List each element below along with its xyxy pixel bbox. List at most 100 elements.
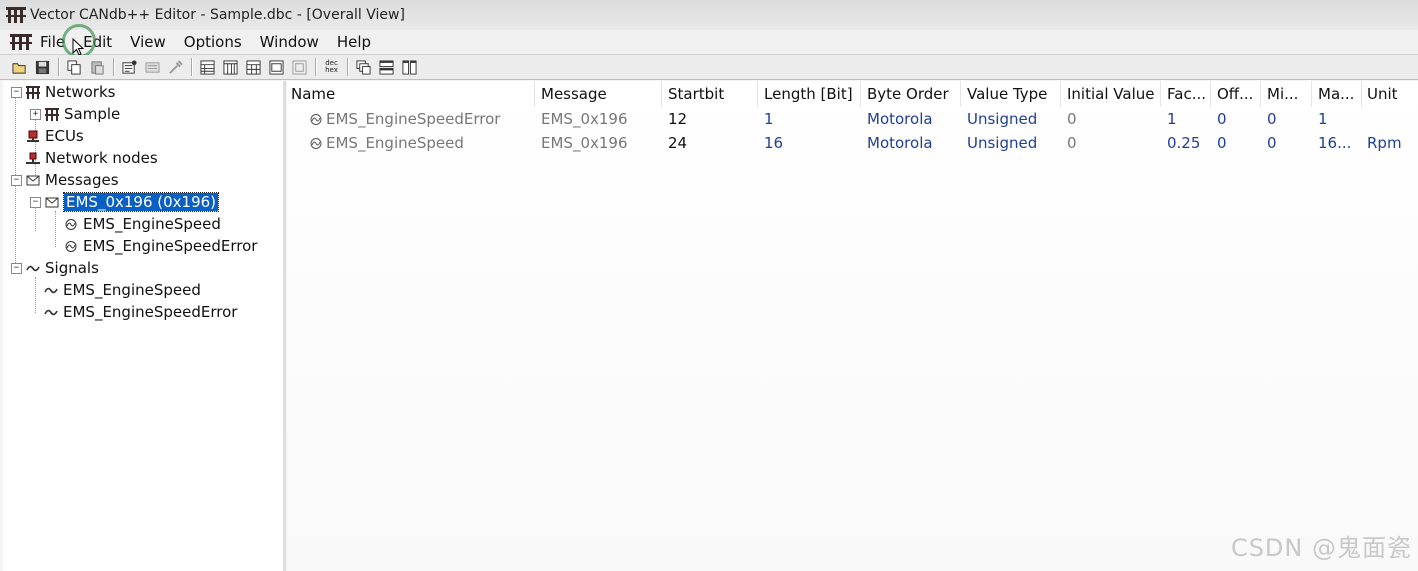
document-icon[interactable] (10, 34, 32, 50)
column-header-initial-value[interactable]: Initial Value (1063, 81, 1161, 107)
mapped-signal-icon (310, 113, 322, 125)
collapse-icon[interactable]: − (11, 86, 22, 98)
cell-byte-order: Motorola (867, 110, 933, 128)
tree-label-networks: Networks (45, 83, 116, 101)
mapped-signal-icon (310, 137, 322, 149)
dec-hex-icon[interactable]: dec hex (322, 58, 341, 77)
toolbar-separator (347, 58, 348, 76)
cell-value-type: Unsigned (967, 110, 1038, 128)
collapse-icon[interactable]: − (11, 174, 22, 186)
column-header-minimum[interactable]: Mi... (1263, 81, 1312, 107)
tree-node-sample[interactable]: + Sample (30, 103, 120, 125)
paste-icon[interactable] (88, 58, 107, 77)
view-table-icon[interactable] (198, 58, 217, 77)
network-node-icon (25, 151, 41, 165)
tree-node-msg-signal-engine-speed-error[interactable]: EMS_EngineSpeedError (63, 235, 257, 257)
cell-byte-order: Motorola (867, 134, 933, 152)
cell-unit: Rpm (1367, 134, 1402, 152)
watermark: CSDN @鬼面瓷 (1230, 534, 1412, 562)
expand-icon[interactable]: + (30, 108, 41, 120)
tree-node-message-ems-0x196[interactable]: − EMS_0x196 (0x196) (30, 191, 220, 213)
tree-node-ecus[interactable]: ECUs (25, 125, 84, 147)
tree-node-msg-signal-engine-speed[interactable]: EMS_EngineSpeed (63, 213, 221, 235)
save-icon[interactable] (33, 58, 52, 77)
view-columns-icon[interactable] (221, 58, 240, 77)
collapse-icon[interactable]: − (30, 196, 41, 208)
signal-wave-icon (25, 261, 41, 275)
cascade-icon[interactable] (354, 58, 373, 77)
table-row[interactable]: EMS_EngineSpeedError EMS_0x196 12 1 Moto… (287, 107, 1418, 131)
view-disabled-icon[interactable] (290, 58, 309, 77)
tree-node-signals[interactable]: − Signals (11, 257, 99, 279)
properties-icon[interactable] (120, 58, 139, 77)
column-header-byte-order[interactable]: Byte Order (863, 81, 961, 107)
table-row[interactable]: EMS_EngineSpeed EMS_0x196 24 16 Motorola… (287, 131, 1418, 155)
network-icon (44, 107, 60, 121)
tile-vertical-icon[interactable] (400, 58, 419, 77)
signal-wave-icon (43, 305, 59, 319)
tree-label-sample: Sample (64, 105, 121, 123)
toolbar-separator (113, 58, 114, 76)
cell-maximum: 1 (1318, 110, 1328, 128)
window-title: Vector CANdb++ Editor - Sample.dbc - [Ov… (30, 7, 405, 23)
copy-icon[interactable] (65, 58, 84, 77)
column-header-unit[interactable]: Unit (1363, 81, 1418, 107)
cell-unit (1363, 107, 1418, 131)
cell-startbit: 24 (668, 134, 688, 152)
signal-wave-icon (43, 283, 59, 297)
column-header-message[interactable]: Message (537, 81, 662, 107)
cell-name-text: EMS_EngineSpeed (326, 134, 464, 152)
mapped-signal-icon (63, 217, 79, 231)
app-icon (6, 7, 26, 23)
column-header-factor[interactable]: Fac... (1163, 81, 1211, 107)
collapse-icon[interactable]: − (11, 262, 22, 274)
view-grid-icon[interactable] (244, 58, 263, 77)
cell-name-text: EMS_EngineSpeedError (326, 110, 501, 128)
tree-node-messages[interactable]: − Messages (11, 169, 119, 191)
toolbar-separator (191, 58, 192, 76)
tree-label-msg-signal-2: EMS_EngineSpeedError (83, 237, 258, 255)
network-icon (25, 85, 41, 99)
tree-node-networks[interactable]: − Networks (11, 81, 115, 103)
cell-startbit: 12 (668, 110, 688, 128)
column-header-value-type[interactable]: Value Type (963, 81, 1061, 107)
menu-options[interactable]: Options (184, 33, 242, 51)
tree-label-signals: Signals (45, 259, 99, 277)
tree-label-message-selected: EMS_0x196 (0x196) (62, 192, 220, 212)
cell-offset: 0 (1217, 110, 1227, 128)
cell-maximum: 16... (1318, 134, 1352, 152)
cell-message: EMS_0x196 (541, 110, 628, 128)
cell-name: EMS_EngineSpeed (305, 131, 537, 155)
menu-window[interactable]: Window (260, 33, 319, 51)
tile-horizontal-icon[interactable] (377, 58, 396, 77)
column-header-offset[interactable]: Off... (1213, 81, 1261, 107)
cell-message: EMS_0x196 (541, 134, 628, 152)
cell-offset: 0 (1217, 134, 1227, 152)
tree-view[interactable]: − Networks + Sample ECUs Network nodes −… (3, 81, 285, 571)
cell-name: EMS_EngineSpeedError (305, 107, 537, 131)
tree-node-signal-engine-speed[interactable]: EMS_EngineSpeed (43, 279, 201, 301)
signal-list[interactable]: Name Message Startbit Length [Bit] Byte … (287, 81, 1418, 571)
cell-factor: 1 (1167, 110, 1177, 128)
mouse-pointer-icon (72, 38, 84, 56)
column-header-length[interactable]: Length [Bit] (760, 81, 861, 107)
tree-node-network-nodes[interactable]: Network nodes (25, 147, 158, 169)
mapped-signal-icon (63, 239, 79, 253)
envelope-icon (44, 195, 60, 209)
tree-label-ecus: ECUs (45, 127, 84, 145)
menu-help[interactable]: Help (337, 33, 371, 51)
open-icon[interactable] (10, 58, 29, 77)
title-bar: Vector CANdb++ Editor - Sample.dbc - [Ov… (0, 0, 1418, 30)
tree-label-msg-signal-1: EMS_EngineSpeed (83, 215, 221, 233)
wizard-icon[interactable] (166, 58, 185, 77)
tree-label-signal-1: EMS_EngineSpeed (63, 281, 201, 299)
column-header-name[interactable]: Name (287, 81, 535, 107)
pane-splitter[interactable] (283, 81, 286, 571)
view-form-icon[interactable] (267, 58, 286, 77)
menu-view[interactable]: View (130, 33, 166, 51)
tree-node-signal-engine-speed-error[interactable]: EMS_EngineSpeedError (43, 301, 237, 323)
tree-label-signal-2: EMS_EngineSpeedError (63, 303, 238, 321)
list-icon[interactable] (143, 58, 162, 77)
column-header-maximum[interactable]: Ma... (1314, 81, 1362, 107)
column-header-startbit[interactable]: Startbit (664, 81, 758, 107)
